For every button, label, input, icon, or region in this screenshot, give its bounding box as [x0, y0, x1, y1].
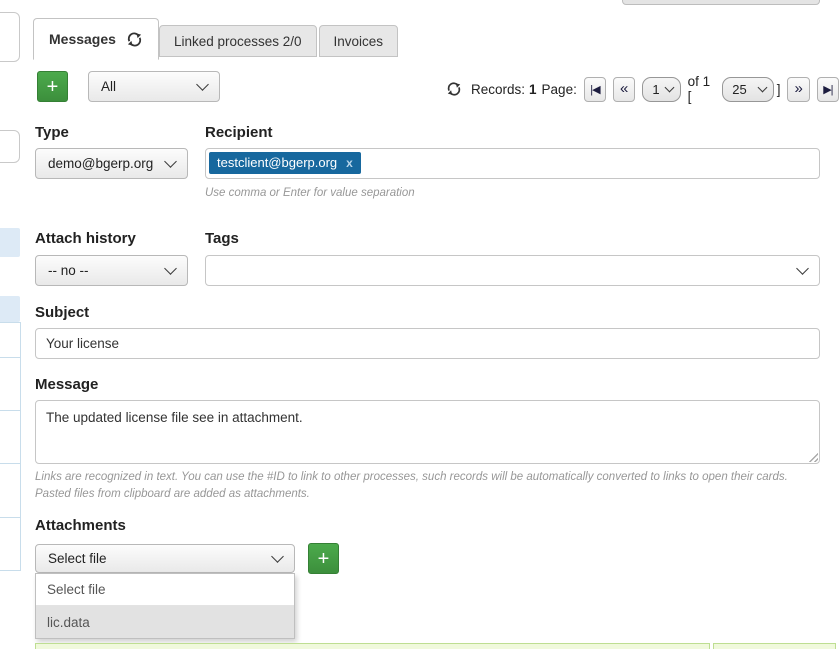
attachment-option-lic-data[interactable]: lic.data [36, 606, 294, 638]
chevron-down-icon [271, 550, 284, 563]
tab-invoices[interactable]: Invoices [319, 25, 399, 57]
records-count: 1 [529, 82, 537, 97]
tab-linked-processes[interactable]: Linked processes 2/0 [159, 25, 317, 57]
cropped-left-grid-cell [0, 357, 21, 411]
chevron-down-icon [164, 262, 177, 275]
cropped-row-highlight [35, 643, 710, 649]
message-filter-select[interactable]: All [88, 71, 220, 102]
tab-messages[interactable]: Messages [33, 18, 159, 60]
messages-panel: Messages Linked processes 2/0 Invoices +… [0, 0, 839, 649]
subject-label: Subject [35, 304, 89, 321]
recipient-chip-value: testclient@bgerp.org [217, 155, 337, 170]
cropped-left-highlight [0, 296, 20, 322]
previous-page-button[interactable]: « [613, 77, 635, 102]
records-label: Records: [471, 82, 525, 97]
last-page-button[interactable]: ▶| [817, 77, 839, 102]
chevron-down-icon [796, 262, 809, 275]
chevron-down-icon [757, 83, 767, 93]
attachment-option-select-file[interactable]: Select file [36, 574, 294, 606]
chevron-down-icon [164, 155, 177, 168]
type-select[interactable]: demo@bgerp.org [35, 148, 188, 179]
recipient-chip[interactable]: testclient@bgerp.org x [209, 152, 361, 174]
attachment-file-value: Select file [48, 551, 107, 566]
page-size-value: 25 [732, 82, 746, 97]
tab-invoices-label: Invoices [334, 34, 384, 49]
add-message-button[interactable]: + [37, 71, 68, 102]
attach-history-select[interactable]: -- no -- [35, 255, 188, 286]
first-page-button[interactable]: |◀ [584, 77, 606, 102]
attach-history-value: -- no -- [48, 263, 89, 278]
cropped-left-grid-cell [0, 517, 21, 571]
cropped-row-highlight [713, 643, 836, 649]
type-value: demo@bgerp.org [48, 156, 153, 171]
message-textarea[interactable]: The updated license file see in attachme… [35, 400, 820, 464]
message-label: Message [35, 376, 98, 393]
page-size-select[interactable]: 25 [722, 77, 773, 102]
cropped-left-box [0, 130, 20, 163]
chevron-down-icon [196, 78, 209, 91]
tab-bar: Messages Linked processes 2/0 Invoices [33, 18, 398, 60]
next-page-button[interactable]: » [787, 77, 809, 102]
recipient-helper-text: Use comma or Enter for value separation [205, 185, 415, 202]
add-attachment-button[interactable]: + [308, 543, 339, 574]
attachments-label: Attachments [35, 517, 126, 534]
attachment-dropdown-list: Select file lic.data [35, 573, 295, 639]
refresh-icon[interactable] [126, 31, 143, 48]
tags-label: Tags [205, 230, 239, 247]
recipient-label: Recipient [205, 124, 273, 141]
type-label: Type [35, 124, 69, 141]
pagination-bar: Records: 1 Page: |◀ « 1 of 1 [ 25 ] » ▶| [446, 76, 839, 102]
page-label: Page: [542, 82, 577, 97]
cropped-left-box [0, 12, 20, 62]
message-filter-value: All [101, 79, 116, 94]
page-number-select[interactable]: 1 [642, 77, 680, 102]
cropped-top-button-fragment [622, 0, 820, 5]
cropped-left-highlight [0, 228, 20, 257]
message-helper-text: Links are recognized in text. You can us… [35, 469, 825, 502]
cropped-left-grid-cell [0, 410, 21, 464]
page-number-value: 1 [652, 82, 659, 97]
refresh-icon[interactable] [446, 81, 462, 97]
bracket-close-text: ] [777, 82, 781, 97]
tab-messages-label: Messages [49, 31, 116, 47]
remove-recipient-icon[interactable]: x [346, 156, 353, 170]
attach-history-label: Attach history [35, 230, 136, 247]
chevron-down-icon [664, 83, 674, 93]
cropped-left-grid-cell [0, 322, 21, 358]
subject-input[interactable] [35, 328, 820, 359]
tags-input[interactable] [205, 255, 820, 286]
attachment-file-select[interactable]: Select file [35, 544, 295, 573]
cropped-left-grid-cell [0, 463, 21, 518]
tab-linked-processes-label: Linked processes 2/0 [174, 34, 302, 49]
page-of-text: of 1 [ [688, 74, 716, 104]
